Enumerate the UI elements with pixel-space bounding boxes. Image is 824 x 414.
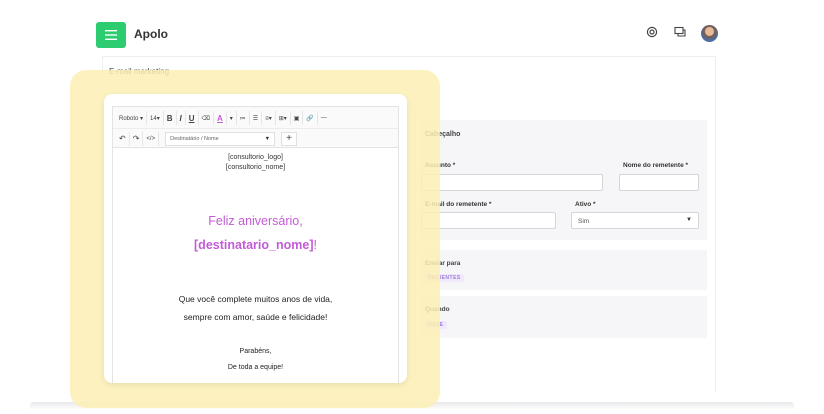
underline-button[interactable]: U xyxy=(186,111,199,125)
hamburger-icon[interactable] xyxy=(96,22,126,48)
signature-line-1: Parabéns, xyxy=(239,348,272,355)
header-section: Cabeçalho Assunto * Nome do remetente * … xyxy=(421,120,707,240)
font-family-select[interactable]: Roboto ▾ xyxy=(116,111,148,125)
chevron-down-icon: ▼ xyxy=(686,217,692,223)
chevron-down-icon: ▼ xyxy=(264,135,271,142)
avatar[interactable] xyxy=(701,25,718,42)
support-icon[interactable] xyxy=(646,26,658,41)
when-section: Quando HOJE xyxy=(421,296,707,338)
clinic-name-variable: [consultorio_nome] xyxy=(225,164,286,171)
sender-email-input[interactable] xyxy=(421,212,556,229)
active-select[interactable]: Sim ▼ xyxy=(571,212,699,229)
table-icon[interactable]: ⊞▾ xyxy=(276,111,291,125)
active-select-value: Sim xyxy=(578,218,590,225)
logo-variable: [consultorio_logo] xyxy=(228,154,283,161)
email-editor: Roboto ▾ 14▾ B I U ⌫ A ▾ ≔ ☰ ≡▾ ⊞▾ ▣ 🔗 —… xyxy=(104,94,407,383)
editor-content[interactable]: [consultorio_logo] [consultorio_nome] Fe… xyxy=(112,148,399,383)
eraser-icon[interactable]: ⌫ xyxy=(199,111,214,125)
ordered-list-icon[interactable]: ≔ xyxy=(237,111,250,125)
active-label: Ativo * xyxy=(575,201,596,208)
bold-button[interactable]: B xyxy=(164,111,177,125)
signature-line-2: De toda a equipe! xyxy=(227,364,284,371)
horizontal-rule-icon[interactable]: — xyxy=(318,111,330,125)
brand-name: Apolo xyxy=(134,27,168,41)
toolbar-row-2: ↶ ↷ </> Destinatário / Nome ▼ + xyxy=(113,128,398,148)
add-variable-button[interactable]: + xyxy=(281,131,298,146)
undo-icon[interactable]: ↶ xyxy=(116,131,130,146)
editor-toolbar: Roboto ▾ 14▾ B I U ⌫ A ▾ ≔ ☰ ≡▾ ⊞▾ ▣ 🔗 —… xyxy=(112,106,399,148)
variable-select-value: Destinatário / Nome xyxy=(170,135,219,142)
top-bar: Apolo xyxy=(96,20,722,48)
subject-input[interactable] xyxy=(421,174,603,191)
link-icon[interactable]: 🔗 xyxy=(303,111,318,125)
bullet-list-icon[interactable]: ☰ xyxy=(250,111,263,125)
align-icon[interactable]: ≡▾ xyxy=(262,111,276,125)
toolbar-row-1: Roboto ▾ 14▾ B I U ⌫ A ▾ ≔ ☰ ≡▾ ⊞▾ ▣ 🔗 — xyxy=(113,108,398,128)
greeting-text: Feliz aniversário, xyxy=(208,214,303,228)
send-to-section: Enviar para PACIENTES xyxy=(421,250,707,290)
code-view-icon[interactable]: </> xyxy=(143,131,160,146)
text-color-button[interactable]: A xyxy=(214,111,227,125)
redo-icon[interactable]: ↷ xyxy=(130,131,144,146)
exclamation: ! xyxy=(313,238,317,252)
body-line-2: sempre com amor, saúde e felicidade! xyxy=(183,312,328,322)
sender-name-input[interactable] xyxy=(619,174,699,191)
text-color-caret[interactable]: ▾ xyxy=(227,111,237,125)
variable-select[interactable]: Destinatário / Nome ▼ xyxy=(165,131,276,146)
body-line-1: Que você complete muitos anos de vida, xyxy=(178,294,333,304)
image-icon[interactable]: ▣ xyxy=(291,111,304,125)
italic-button[interactable]: I xyxy=(177,111,186,125)
font-size-select[interactable]: 14▾ xyxy=(147,111,164,125)
chat-icon[interactable] xyxy=(674,26,687,41)
recipient-line: [destinatario_nome]! xyxy=(113,236,398,254)
recipient-variable: [destinatario_nome] xyxy=(194,238,314,252)
sender-name-label: Nome do remetente * xyxy=(623,162,689,169)
